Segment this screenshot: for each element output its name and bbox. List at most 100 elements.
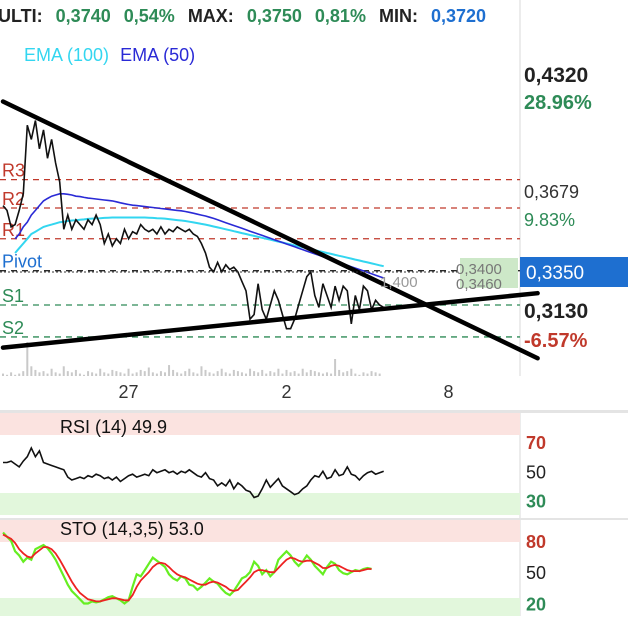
volume-bar [38, 372, 41, 376]
volume-bar [346, 371, 349, 376]
volume-bar [220, 368, 223, 376]
volume-bar [281, 373, 284, 376]
volume-bar [232, 369, 235, 376]
price-last: 0,3350 [526, 263, 584, 284]
pivot-label-pivot: Pivot [2, 252, 42, 272]
sto-level-20: 20 [526, 594, 546, 614]
volume-bar [10, 372, 13, 376]
max-change: 0,81% [315, 6, 366, 26]
volume-bar [87, 371, 90, 376]
x-axis-band [0, 376, 628, 410]
volume-bar [34, 369, 37, 376]
volume-bar [83, 374, 85, 376]
pct-mid: 9.83% [524, 210, 575, 230]
volume-bar [249, 368, 252, 376]
volume-bar [358, 374, 361, 376]
volume-bar [277, 368, 280, 376]
volume-bar [350, 368, 353, 376]
ulti-change: 0,54% [124, 6, 175, 26]
volume-bar [305, 372, 308, 376]
price-low: 0,3130 [524, 300, 588, 323]
volume-bar [184, 371, 187, 376]
ema-legend: EMA (100) EMA (50) [24, 45, 195, 65]
volume-bar [309, 369, 312, 376]
volume-bar [301, 368, 304, 376]
sto-level-80: 80 [526, 532, 546, 552]
volume-bar [317, 372, 320, 376]
volume-bar [196, 373, 199, 376]
volume-bar [58, 373, 61, 376]
volume-bar [245, 373, 247, 376]
pct-low: -6.57% [524, 330, 588, 352]
sto-label: STO (14,3,5) 53.0 [60, 519, 204, 539]
stock-chart: ULTI: 0,3740 0,54% MAX: 0,3750 0,81% MIN… [0, 0, 628, 616]
volume-bar [66, 371, 69, 376]
volume-bar [131, 373, 134, 376]
volume-bar [265, 373, 268, 376]
volume-bar [91, 372, 94, 376]
volume-bar [342, 372, 345, 376]
volume-bar [123, 373, 126, 376]
volume-bar [168, 365, 171, 376]
legend-ema100: EMA (100) [24, 45, 109, 65]
volume-bar [326, 372, 328, 376]
volume-bar [269, 371, 272, 376]
max-value: 0,3750 [247, 6, 302, 26]
volume-bar [46, 373, 49, 376]
min-value: 0,3720 [431, 6, 486, 26]
volume-bar [70, 372, 73, 376]
volume-bar [155, 373, 158, 376]
rsi-level-30: 30 [526, 491, 546, 511]
volume-bar [273, 372, 276, 376]
volume-bar [159, 371, 162, 376]
volume-bar [54, 372, 57, 376]
rsi-axis: 70 50 30 [526, 433, 546, 511]
volume-bar [224, 372, 227, 376]
volume-bar [30, 366, 33, 376]
volume-bar [374, 372, 377, 376]
volume-bar [257, 372, 260, 376]
volume-bar [289, 372, 292, 376]
rsi-level-50: 50 [526, 462, 546, 482]
ulti-value: 0,3740 [56, 6, 111, 26]
volume-bar [212, 373, 215, 376]
volume-bar [95, 373, 98, 376]
volume-bar [127, 368, 130, 376]
pct-high: 28.96% [524, 92, 592, 114]
volume-bar [78, 373, 81, 376]
volume-bar [253, 371, 256, 376]
volume-bar [192, 372, 195, 376]
volume-bar [115, 371, 118, 376]
price-high: 0,4320 [524, 64, 588, 87]
pivot-label-s1: S1 [2, 286, 24, 306]
sto-oversold-band [0, 598, 520, 616]
volume-bar [216, 371, 219, 376]
volume-bar [334, 359, 337, 376]
volume-bar [321, 373, 324, 376]
volume-bar [200, 366, 203, 376]
volume-bar [2, 373, 4, 376]
x-tick-label: 27 [119, 382, 139, 402]
volume-bar [370, 371, 373, 376]
volume-bar [74, 369, 77, 376]
price-mid: 0,3679 [524, 182, 579, 202]
volume-bar [164, 372, 166, 376]
sto-level-50: 50 [526, 563, 546, 583]
rsi-label: RSI (14) 49.9 [60, 417, 167, 437]
volume-bar [313, 371, 316, 376]
volume-bar [176, 372, 179, 376]
pivot-label-s2: S2 [2, 318, 24, 338]
volume-bar [107, 373, 110, 376]
volume-bar [147, 367, 150, 376]
volume-bar [18, 373, 21, 376]
crosshair-right-bottom-label: 0,3460 [456, 276, 502, 293]
ulti-label: ULTI: [0, 6, 43, 26]
volume-bar [330, 373, 333, 376]
crosshair-left-label: 1,400 [380, 274, 418, 291]
rsi-level-70: 70 [526, 433, 546, 453]
volume-bar [297, 373, 300, 376]
svg-text:EMA (100) EMA (50): EMA (100) EMA (50) [24, 45, 195, 65]
min-label: MIN: [379, 6, 418, 26]
volume-bar [354, 373, 357, 376]
volume-bar [338, 369, 341, 376]
